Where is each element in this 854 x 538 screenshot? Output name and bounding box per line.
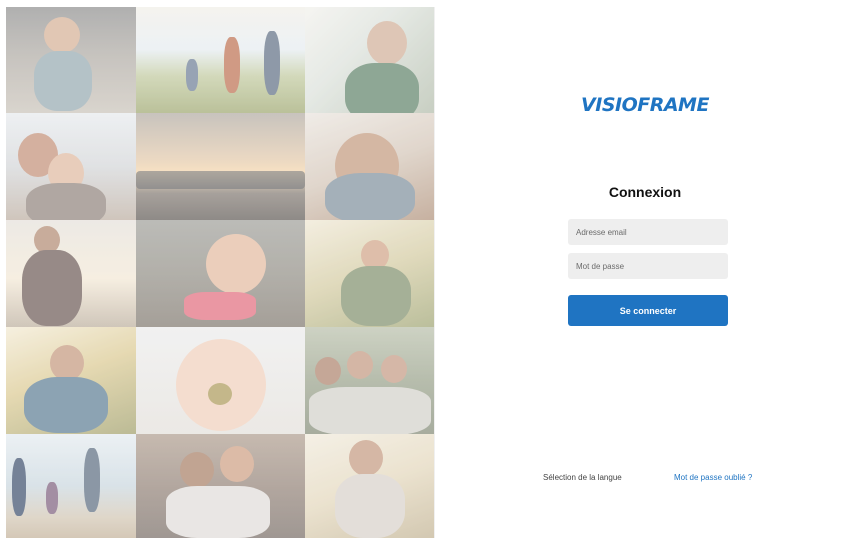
top-strip (0, 0, 854, 7)
mother-child-outdoor-photo (305, 434, 434, 538)
child-hug-photo (305, 113, 434, 220)
mother-child-beach-photo (6, 113, 136, 220)
friends-group-photo (305, 327, 434, 434)
login-button[interactable]: Se connecter (568, 295, 728, 326)
login-panel: VISIOFRAME Connexion Se connecter Sélect… (434, 7, 854, 538)
beach-walk-photo (6, 434, 136, 538)
mother-reading-photo (6, 327, 136, 434)
email-field[interactable] (568, 219, 728, 245)
brand-logo: VISIOFRAME (581, 94, 709, 116)
family-in-field-photo (136, 7, 305, 113)
birthday-cake-photo (136, 220, 305, 327)
login-page: VISIOFRAME Connexion Se connecter Sélect… (0, 0, 854, 538)
forgot-password-link[interactable]: Mot de passe oublié ? (674, 473, 752, 482)
login-title: Connexion (608, 184, 682, 200)
photo-grid (6, 7, 434, 538)
kids-hugging-photo (136, 434, 305, 538)
child-with-parent-photo (6, 7, 136, 113)
children-reading-photo (305, 220, 434, 327)
father-child-sunset-photo (6, 220, 136, 327)
language-selector[interactable]: Sélection de la langue (543, 473, 622, 482)
password-field[interactable] (568, 253, 728, 279)
baby-eating-photo (136, 327, 305, 434)
group-sunset-beach-photo (136, 113, 305, 220)
grandparents-photo (305, 7, 434, 113)
